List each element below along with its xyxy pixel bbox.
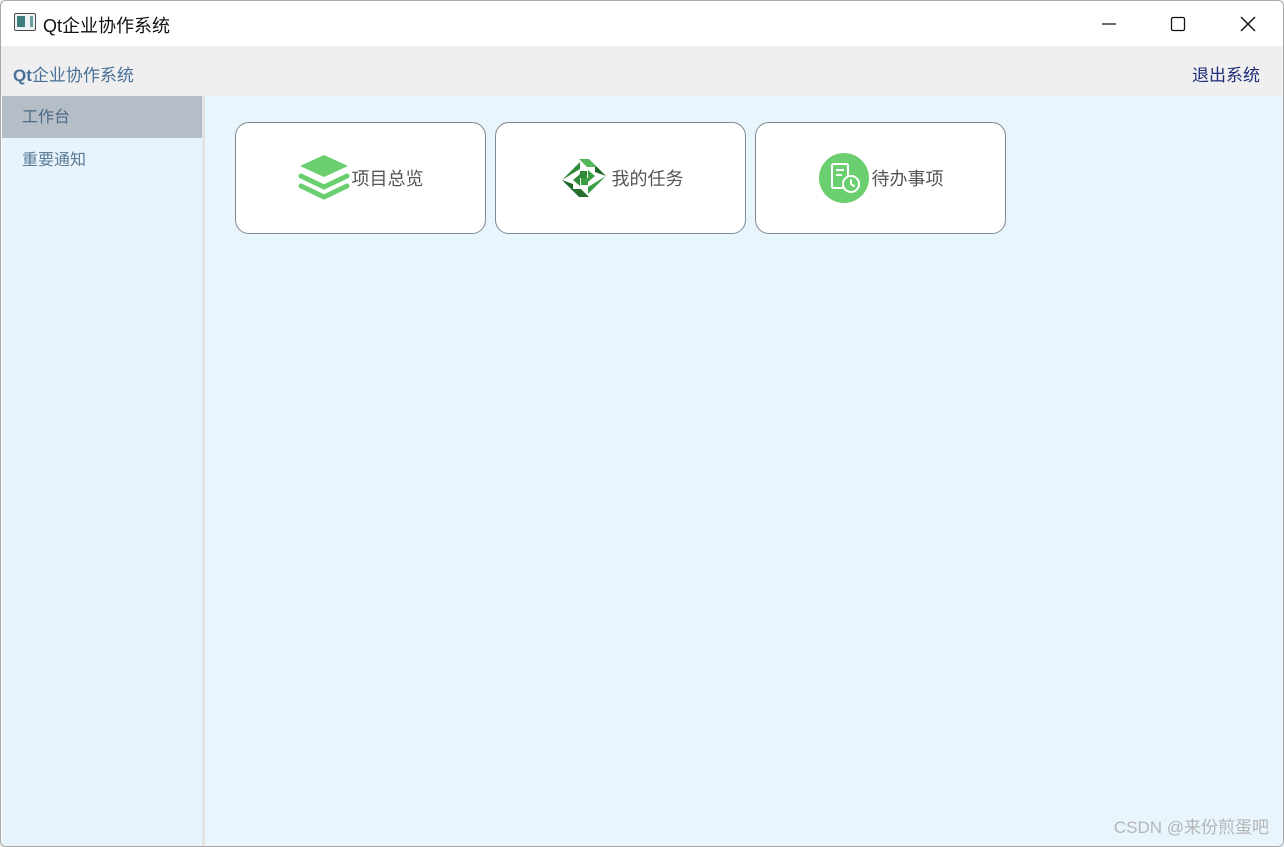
close-icon	[1240, 16, 1256, 31]
sidebar: 工作台 重要通知	[2, 96, 202, 846]
minimize-button[interactable]	[1074, 1, 1144, 46]
header-title-prefix: Qt	[13, 66, 32, 85]
card-label: 项目总览	[351, 169, 424, 190]
main-content: 项目总览 我的任务 待办事项	[205, 96, 1283, 846]
header-title-rest: 企业协作系统	[31, 66, 134, 86]
sidebar-item-notices[interactable]: 重要通知	[2, 139, 202, 181]
minimize-icon	[1102, 22, 1116, 25]
close-button[interactable]	[1213, 1, 1283, 46]
sidebar-item-workbench[interactable]: 工作台	[2, 96, 202, 138]
window-title: Qt企业协作系统	[43, 16, 171, 36]
app-header: Qt企业协作系统 退出系统	[1, 46, 1283, 96]
title-bar: Qt企业协作系统	[1, 1, 1283, 46]
todo-card[interactable]: 待办事项	[755, 122, 1006, 234]
app-window: Qt企业协作系统 Qt企业协作系统 退出系统 工作台 重要通知 项目总览 我的任…	[0, 0, 1284, 847]
card-label: 我的任务	[611, 169, 684, 190]
layers-icon	[298, 152, 350, 204]
header-title: Qt企业协作系统	[13, 61, 134, 86]
logout-button[interactable]: 退出系统	[1192, 61, 1260, 86]
card-label: 待办事项	[871, 169, 944, 190]
maximize-button[interactable]	[1143, 1, 1213, 46]
project-overview-card[interactable]: 项目总览	[235, 122, 486, 234]
watermark: CSDN @来份煎蛋吧	[1113, 818, 1269, 837]
maximize-icon	[1170, 16, 1186, 31]
my-tasks-card[interactable]: 我的任务	[495, 122, 746, 234]
task-swap-icon	[558, 152, 610, 204]
todo-clock-icon	[818, 152, 870, 204]
app-icon	[14, 13, 36, 31]
